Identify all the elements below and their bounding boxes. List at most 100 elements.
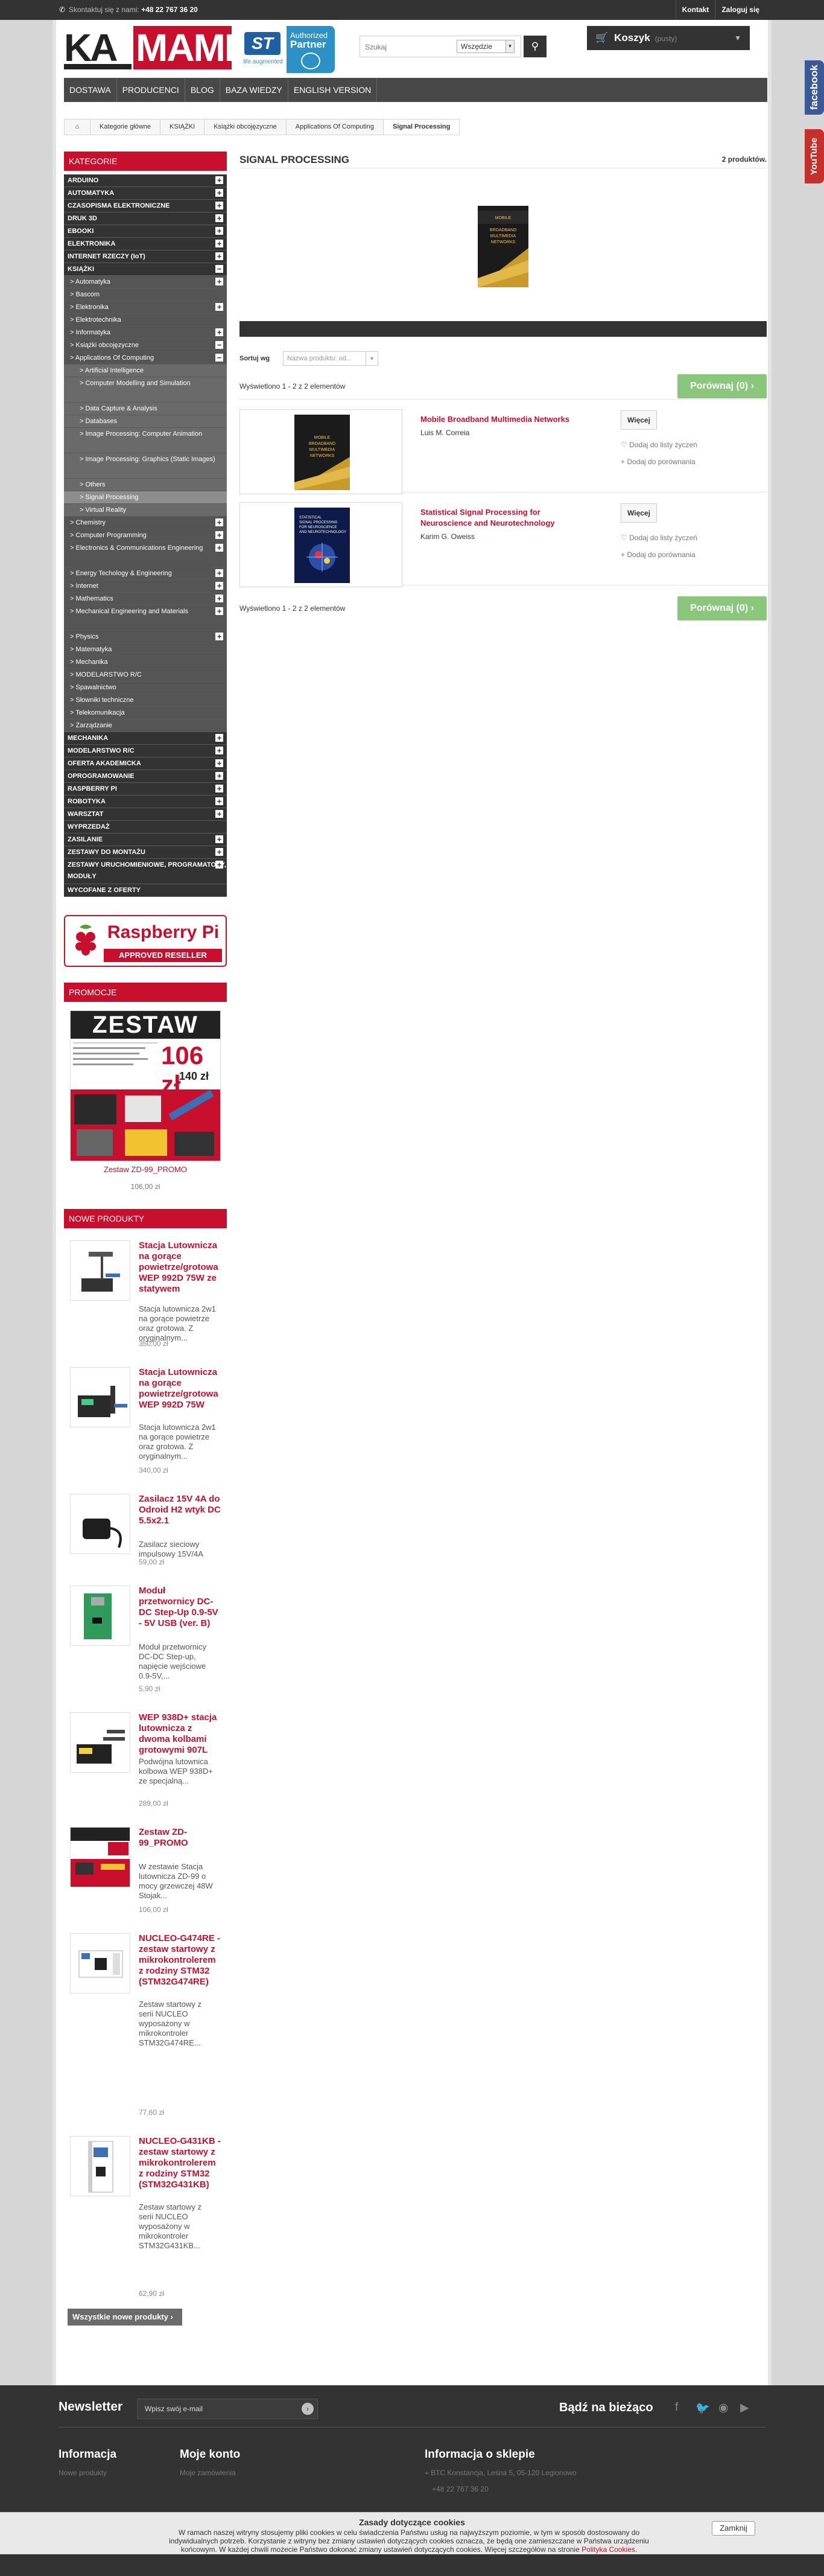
new-product-image[interactable] bbox=[70, 1712, 130, 1773]
sidebar-category-item[interactable]: > Data Capture & Analysis bbox=[64, 403, 227, 415]
new-product-name[interactable]: WEP 938D+ stacja lutownicza z dwoma kolb… bbox=[139, 1712, 221, 1756]
breadcrumb-item[interactable]: Applications Of Computing bbox=[285, 119, 384, 135]
sidebar-category-item[interactable]: ZESTAWY DO MONTAŻU + bbox=[64, 846, 227, 859]
sidebar-category-item[interactable]: EBOOKI + bbox=[64, 225, 227, 238]
sidebar-category-item[interactable]: > Książki obcojęzyczne − bbox=[64, 339, 227, 352]
new-product-image[interactable] bbox=[70, 1827, 130, 1887]
more-button[interactable]: Więcej bbox=[621, 503, 657, 523]
rss-icon[interactable]: ◉ bbox=[718, 2401, 729, 2415]
sidebar-category-current[interactable]: > Signal Processing bbox=[64, 491, 227, 504]
expand-icon[interactable]: + bbox=[215, 582, 223, 590]
sidebar-category-item[interactable]: WYCOFANE Z OFERTY bbox=[64, 884, 227, 897]
expand-icon[interactable]: + bbox=[215, 227, 223, 235]
breadcrumb-item[interactable]: Książki obcojęzyczne bbox=[204, 119, 287, 135]
sidebar-category-item[interactable]: > Others bbox=[64, 479, 227, 491]
expand-icon[interactable]: + bbox=[215, 569, 223, 577]
sidebar-category-item[interactable]: ARDUINO + bbox=[64, 174, 227, 187]
new-product-name[interactable]: NUCLEO-G474RE - zestaw startowy z mikrok… bbox=[139, 1933, 221, 1988]
new-product-image[interactable] bbox=[70, 1933, 130, 1994]
expand-icon[interactable]: + bbox=[215, 835, 223, 843]
expand-icon[interactable]: + bbox=[215, 747, 223, 754]
collapse-icon[interactable]: − bbox=[215, 354, 223, 362]
add-to-compare[interactable]: + Dodaj do porównania bbox=[621, 457, 696, 466]
new-product-name[interactable]: Zestaw ZD-99_PROMO bbox=[139, 1827, 221, 1849]
phone-number[interactable]: +48 22 767 36 20 bbox=[141, 5, 198, 14]
sidebar-category-item[interactable]: MECHANIKA + bbox=[64, 732, 227, 745]
new-product-image[interactable] bbox=[70, 1240, 130, 1301]
sidebar-category-item[interactable]: > Informatyka + bbox=[64, 327, 227, 339]
product-image[interactable]: MOBILE BROADBAND MULTIMEDIA NETWORKS bbox=[239, 409, 402, 494]
sidebar-category-item[interactable]: DRUK 3D + bbox=[64, 212, 227, 225]
breadcrumb-item[interactable]: Kategorie główne bbox=[90, 119, 161, 135]
youtube-icon[interactable]: ▶ bbox=[740, 2401, 749, 2415]
footer-link[interactable]: Moje zamówienia bbox=[180, 2469, 240, 2477]
expand-icon[interactable]: + bbox=[215, 531, 223, 539]
sidebar-category-item[interactable]: CZASOPISMA ELEKTRONICZNE + bbox=[64, 200, 227, 212]
newsletter-email-input[interactable]: Wpisz swój e-mail › bbox=[137, 2399, 318, 2419]
expand-icon[interactable]: + bbox=[215, 240, 223, 247]
sidebar-category-item[interactable]: INTERNET RZECZY (IoT) + bbox=[64, 250, 227, 263]
nav-item-baza-wiedzy[interactable]: BAZA WIEDZY bbox=[220, 78, 288, 102]
sidebar-category-item[interactable]: WARSZTAT + bbox=[64, 808, 227, 821]
expand-icon[interactable]: + bbox=[215, 848, 223, 856]
sidebar-category-item[interactable]: ZASILANIE + bbox=[64, 834, 227, 846]
facebook-tab[interactable]: facebook bbox=[805, 60, 824, 115]
expand-icon[interactable]: + bbox=[215, 633, 223, 640]
sidebar-category-item[interactable]: > Internet + bbox=[64, 580, 227, 593]
collapse-icon[interactable]: − bbox=[215, 265, 223, 273]
more-button[interactable]: Więcej bbox=[621, 410, 657, 430]
sidebar-category-item[interactable]: > Zarządzanie bbox=[64, 719, 227, 732]
sidebar-category-item[interactable]: > Virtual Reality bbox=[64, 504, 227, 517]
expand-icon[interactable]: + bbox=[215, 202, 223, 209]
expand-icon[interactable]: + bbox=[215, 759, 223, 767]
expand-icon[interactable]: + bbox=[215, 278, 223, 285]
expand-icon[interactable]: + bbox=[215, 607, 223, 615]
sidebar-category-item[interactable]: > Physics + bbox=[64, 631, 227, 643]
new-product-image[interactable] bbox=[70, 1586, 130, 1646]
sidebar-category-item[interactable]: WYPRZEDAŻ bbox=[64, 821, 227, 834]
sidebar-category-item[interactable]: > MODELARSTWO R/C bbox=[64, 669, 227, 681]
expand-icon[interactable]: + bbox=[215, 328, 223, 336]
expand-icon[interactable]: + bbox=[215, 595, 223, 602]
sidebar-category-item[interactable]: > Applications Of Computing − bbox=[64, 352, 227, 365]
twitter-icon[interactable]: 🐦 bbox=[696, 2401, 710, 2415]
sidebar-category-item[interactable]: OFERTA AKADEMICKA + bbox=[64, 757, 227, 770]
collapse-icon[interactable]: − bbox=[215, 341, 223, 349]
cart-button[interactable]: 🛒 Koszyk (pusty) ▼ bbox=[587, 26, 750, 50]
add-to-wishlist[interactable]: ♡ Dodaj do listy życzeń bbox=[621, 441, 697, 449]
sidebar-category-item[interactable]: > Słowniki techniczne bbox=[64, 694, 227, 707]
sidebar-category-item[interactable]: > Databases bbox=[64, 415, 227, 428]
expand-icon[interactable]: + bbox=[215, 810, 223, 818]
sort-select[interactable]: Nazwa produktu: od... ▼ bbox=[283, 351, 378, 366]
sidebar-category-item[interactable]: > Computer Modelling and Simulation bbox=[64, 377, 227, 403]
product-title[interactable]: Mobile Broadband Multimedia Networks bbox=[420, 414, 583, 425]
logo[interactable]: KA MAMI bbox=[64, 26, 235, 69]
search-button[interactable]: ⚲ bbox=[524, 36, 547, 57]
sidebar-category-item[interactable]: > Automatyka + bbox=[64, 276, 227, 289]
new-product-name[interactable]: Zasilacz 15V 4A do Odroid H2 wtyk DC 5.5… bbox=[139, 1494, 221, 1526]
product-image[interactable]: STATISTICAL SIGNAL PROCESSING FOR NEUROS… bbox=[239, 502, 402, 587]
sidebar-category-item[interactable]: > Matematyka bbox=[64, 643, 227, 656]
all-new-products-button[interactable]: Wszystkie nowe produkty › bbox=[68, 2309, 182, 2326]
expand-icon[interactable]: + bbox=[215, 797, 223, 805]
expand-icon[interactable]: + bbox=[215, 772, 223, 780]
sidebar-category-item[interactable]: > Elektronika + bbox=[64, 301, 227, 314]
footer-link[interactable]: Nowe produkty bbox=[59, 2469, 116, 2477]
sidebar-category-item[interactable]: > Telekomunikacja bbox=[64, 707, 227, 719]
sidebar-category-item[interactable]: KSIĄŻKI − bbox=[64, 263, 227, 276]
sidebar-category-item[interactable]: RASPBERRY PI + bbox=[64, 783, 227, 795]
login-link[interactable]: Zaloguj się bbox=[715, 0, 765, 20]
contact-link[interactable]: Kontakt bbox=[675, 0, 715, 20]
raspberry-pi-reseller-badge[interactable]: Raspberry Pi APPROVED RESELLER bbox=[64, 915, 227, 967]
sidebar-category-item[interactable]: > Artificial Intelligence bbox=[64, 365, 227, 377]
sidebar-category-item[interactable]: > Spawalnictwo bbox=[64, 681, 227, 694]
compare-button[interactable]: Porównaj (0) › bbox=[677, 596, 767, 620]
promo-product-name[interactable]: Zestaw ZD-99_PROMO bbox=[64, 1165, 227, 1174]
breadcrumb-item[interactable]: KSIĄŻKI bbox=[160, 119, 205, 135]
sidebar-category-item[interactable]: > Image Processing: Computer Animation bbox=[64, 428, 227, 453]
youtube-tab[interactable]: YouTube bbox=[805, 129, 824, 183]
sidebar-category-item[interactable]: > Image Processing: Graphics (Static Ima… bbox=[64, 453, 227, 479]
sidebar-category-item[interactable]: > Chemistry + bbox=[64, 517, 227, 529]
nav-item-blog[interactable]: BLOG bbox=[185, 78, 220, 102]
new-product-image[interactable] bbox=[70, 1494, 130, 1554]
